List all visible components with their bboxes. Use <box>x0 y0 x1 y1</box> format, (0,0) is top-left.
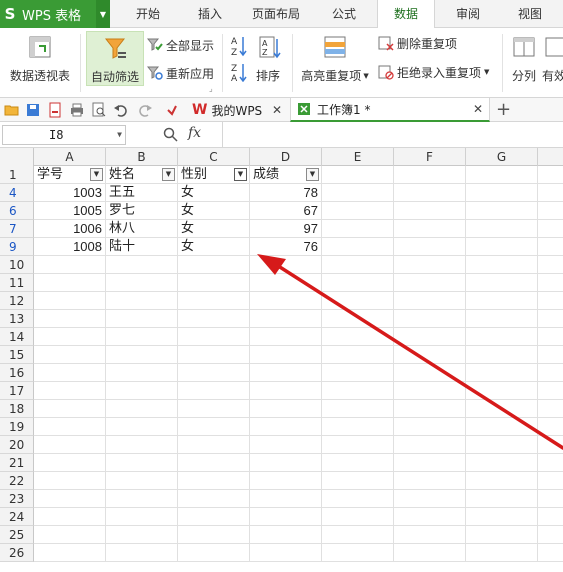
annotation-arrow <box>257 254 563 450</box>
